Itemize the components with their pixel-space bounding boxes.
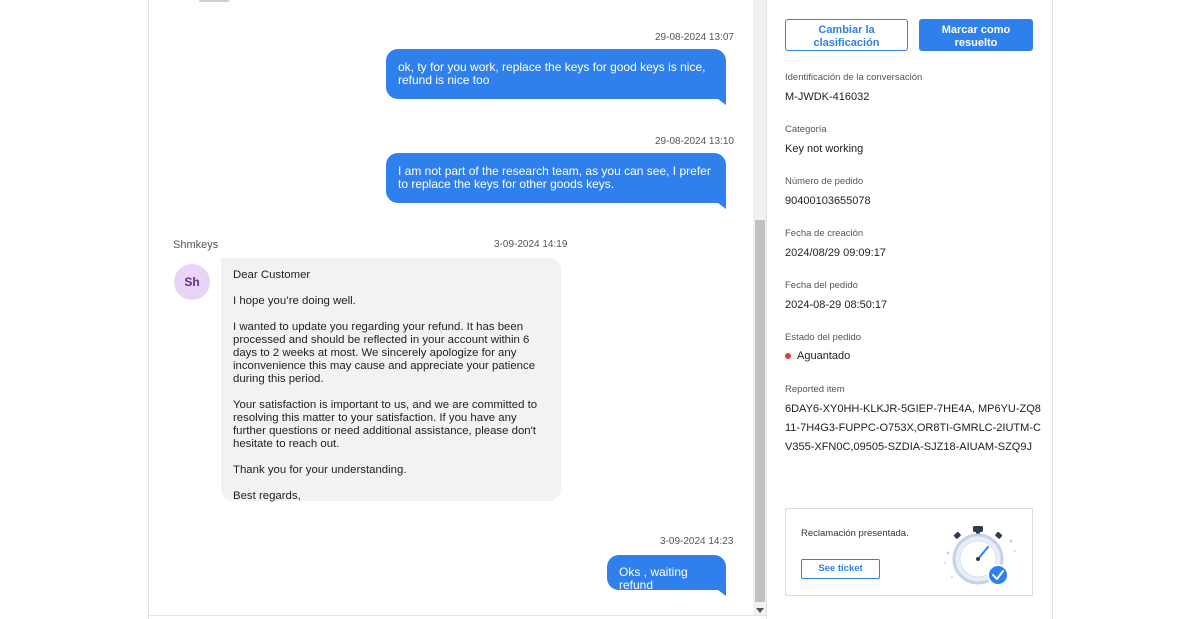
message-timestamp: 3-09-2024 14:19 (494, 239, 568, 250)
outgoing-message: ok, ty for you work, replace the keys fo… (386, 49, 726, 105)
message-text: I am not part of the research team, as y… (398, 164, 711, 191)
claim-status-text: Reclamación presentada. (801, 528, 909, 539)
right-gutter (1053, 0, 1200, 619)
message-text: Oks , waiting refund (619, 565, 688, 592)
order-date-label: Fecha del pedido (785, 280, 858, 291)
message-timestamp: 29-08-2024 13:10 (655, 136, 734, 147)
chat-scrollbar[interactable] (753, 0, 766, 615)
previous-message-edge (199, 0, 229, 2)
left-gutter (0, 0, 148, 619)
message-paragraph: Dear Customer (233, 269, 311, 281)
order-number-label: Número de pedido (785, 176, 864, 187)
scrollbar-thumb[interactable] (755, 220, 765, 602)
message-text: ok, ty for you work, replace the keys fo… (398, 60, 706, 87)
chat-panel: 29-08-2024 13:07 ok, ty for you work, re… (148, 0, 767, 619)
avatar: Sh (174, 264, 210, 300)
message-paragraph: I hope you’re doing well. (233, 295, 356, 307)
incoming-message: Dear Customer I hope you’re doing well. … (221, 258, 561, 502)
message-paragraph: Your satisfaction is important to us, an… (233, 399, 538, 450)
mark-resolved-button[interactable]: Marcar como resuelto (919, 19, 1033, 51)
scroll-down-arrow-icon[interactable] (756, 608, 764, 613)
outgoing-message: Oks , waiting refund (607, 555, 726, 596)
order-status-label: Estado del pedido (785, 332, 862, 343)
message-paragraph: Thank you for your understanding. (233, 464, 407, 476)
change-classification-button[interactable]: Cambiar la clasificación (785, 19, 908, 51)
order-status-value: Aguantado (797, 350, 851, 362)
reported-item-label: Reported item (785, 384, 845, 395)
chat-input-edge (149, 615, 766, 619)
category-label: Categoría (785, 124, 827, 135)
claim-card: Reclamación presentada. See ticket (785, 508, 1033, 596)
message-timestamp: 29-08-2024 13:07 (655, 32, 734, 43)
sender-name: Shmkeys (173, 239, 219, 251)
message-timestamp: 3-09-2024 14:23 (660, 536, 734, 547)
order-number-value: 90400103655078 (785, 195, 871, 207)
reported-item-value: 6DAY6-XY0HH-KLKJR-5GIEP-7HE4A, MP6YU-ZQ8… (785, 403, 1041, 453)
category-value: Key not working (785, 143, 864, 155)
message-paragraph: Best regards, (233, 490, 301, 502)
see-ticket-button[interactable]: See ticket (801, 559, 880, 579)
status-dot-icon (785, 353, 791, 359)
conversation-id-label: Identificación de la conversación (785, 72, 923, 83)
message-paragraph: I wanted to update you regarding your re… (233, 321, 536, 385)
creation-date-value: 2024/08/29 09:09:17 (785, 247, 886, 259)
creation-date-label: Fecha de creación (785, 228, 864, 239)
conversation-id-value: M-JWDK-416032 (785, 91, 870, 103)
conversation-details-panel: Cambiar la clasificación Marcar como res… (767, 0, 1053, 619)
outgoing-message: I am not part of the research team, as y… (386, 153, 726, 209)
page: 29-08-2024 13:07 ok, ty for you work, re… (0, 0, 1200, 619)
order-date-value: 2024-08-29 08:50:17 (785, 299, 888, 311)
stopwatch-check-icon (944, 526, 1016, 586)
